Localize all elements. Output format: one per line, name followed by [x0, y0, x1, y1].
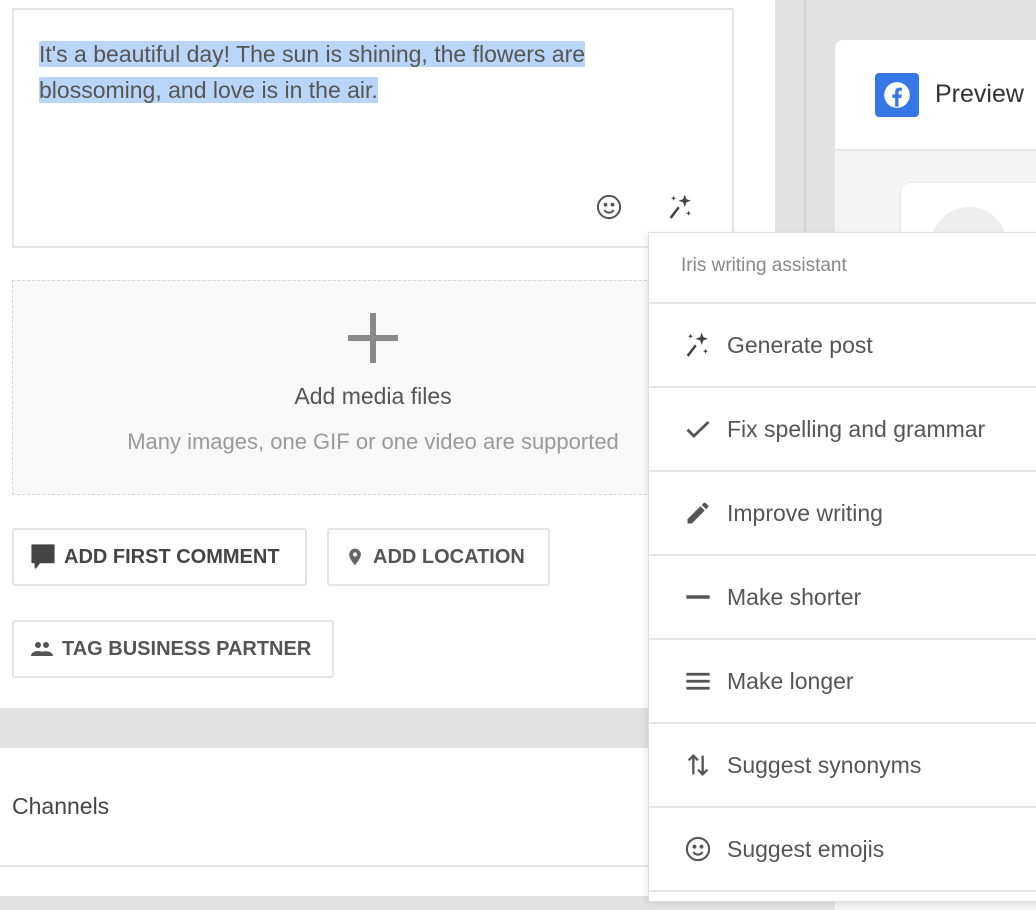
post-text[interactable]: It's a beautiful day! The sun is shining…	[39, 36, 679, 108]
menu-item-label: Fix spelling and grammar	[727, 415, 986, 442]
emoji-icon	[683, 834, 713, 864]
menu-item-label: Make longer	[727, 667, 854, 694]
location-pin-icon	[349, 548, 361, 566]
preview-title: Preview	[935, 80, 1024, 108]
magic-wand-icon[interactable]	[666, 192, 696, 222]
pencil-icon	[683, 498, 713, 528]
media-subtitle: Many images, one GIF or one video are su…	[127, 429, 619, 454]
writing-assistant-menu: Iris writing assistant Generate post Fix…	[648, 232, 1036, 902]
channels-heading: Channels	[12, 793, 110, 819]
menu-item-label: Generate post	[727, 331, 873, 358]
post-text-line-2: blossoming, and love is in the air.	[39, 77, 378, 103]
preview-header: Preview	[835, 40, 1036, 151]
add-media-dropzone[interactable]: Add media files Many images, one GIF or …	[12, 280, 712, 495]
menu-item-fix-spelling[interactable]: Fix spelling and grammar	[649, 388, 1036, 472]
people-icon	[31, 642, 53, 656]
menu-item-generate-post[interactable]: Generate post	[649, 304, 1036, 388]
add-first-comment-button[interactable]: ADD FIRST COMMENT	[12, 528, 307, 586]
menu-title: Iris writing assistant	[649, 233, 1036, 304]
tag-business-partner-label: TAG BUSINESS PARTNER	[62, 637, 312, 660]
menu-item-make-longer[interactable]: Make longer	[649, 640, 1036, 724]
emoji-icon[interactable]	[594, 192, 624, 222]
minus-icon	[683, 582, 713, 612]
menu-item-improve-writing[interactable]: Improve writing	[649, 472, 1036, 556]
menu-item-label: Suggest synonyms	[727, 751, 922, 778]
check-icon	[683, 414, 713, 444]
sparkles-icon	[683, 330, 713, 360]
tag-business-partner-button[interactable]: TAG BUSINESS PARTNER	[12, 620, 334, 678]
add-location-button[interactable]: ADD LOCATION	[327, 528, 550, 586]
post-text-line-1: It's a beautiful day! The sun is shining…	[39, 41, 586, 67]
media-title: Add media files	[294, 383, 452, 409]
menu-item-label: Improve writing	[727, 499, 883, 526]
menu-item-label: Suggest emojis	[727, 835, 885, 862]
add-first-comment-label: ADD FIRST COMMENT	[64, 545, 280, 568]
menu-item-make-shorter[interactable]: Make shorter	[649, 556, 1036, 640]
plus-icon	[348, 313, 398, 363]
comment-icon	[31, 544, 55, 569]
add-location-label: ADD LOCATION	[373, 545, 525, 568]
menu-item-suggest-synonyms[interactable]: Suggest synonyms	[649, 724, 1036, 808]
menu-item-suggest-emojis[interactable]: Suggest emojis	[649, 808, 1036, 892]
post-text-editor[interactable]: It's a beautiful day! The sun is shining…	[12, 8, 734, 248]
facebook-icon	[875, 72, 919, 117]
swap-vertical-icon	[683, 750, 713, 780]
menu-item-label: Make shorter	[727, 583, 862, 610]
lines-icon	[683, 666, 713, 696]
